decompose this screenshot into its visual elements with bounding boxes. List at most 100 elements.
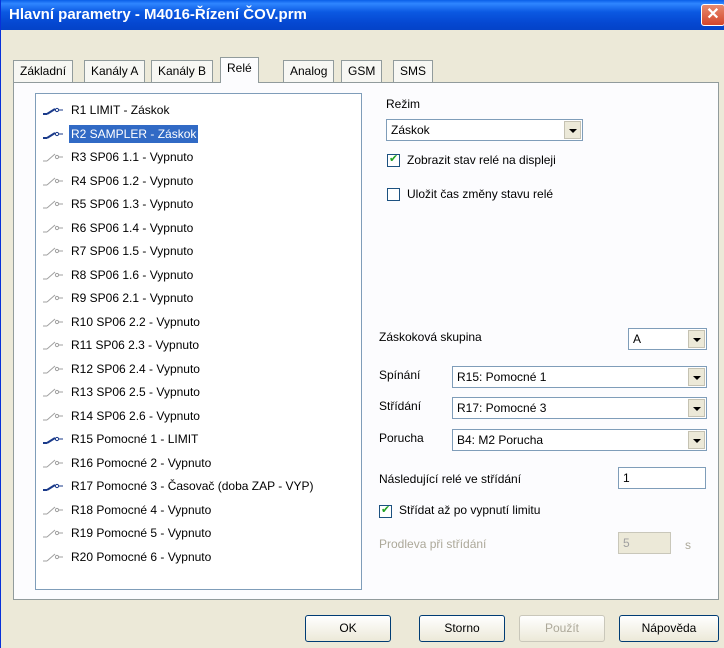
relay-list-item-label: R15 Pomocné 1 - LIMIT xyxy=(71,432,199,446)
close-button[interactable]: ✕ xyxy=(701,4,724,26)
fault-select[interactable]: B4: M2 Porucha xyxy=(452,429,707,451)
relay-list-item-label: R2 SAMPLER - Záskok xyxy=(69,124,199,143)
tab-sms[interactable]: SMS xyxy=(393,60,434,82)
tab-rele[interactable]: Relé xyxy=(220,57,259,83)
chevron-down-icon[interactable] xyxy=(688,368,705,386)
ok-button[interactable]: OK xyxy=(305,615,391,642)
relay-off-icon xyxy=(42,550,64,564)
relay-list-item[interactable]: R17 Pomocné 3 - Časovač (doba ZAP - VYP) xyxy=(36,477,356,495)
relay-list-item[interactable]: R5 SP06 1.3 - Vypnuto xyxy=(36,195,356,213)
relay-list-item-label: R8 SP06 1.6 - Vypnuto xyxy=(71,267,194,282)
tab-analog[interactable]: Analog xyxy=(283,60,335,82)
relay-list-item[interactable]: R4 SP06 1.2 - Vypnuto xyxy=(36,172,356,190)
relay-off-icon xyxy=(42,150,64,164)
relay-off-icon xyxy=(42,174,64,188)
relay-list-item[interactable]: R14 SP06 2.6 - Vypnuto xyxy=(36,407,356,425)
tab-kanaly-b[interactable]: Kanály B xyxy=(151,60,214,82)
chevron-down-icon[interactable] xyxy=(688,330,705,348)
relay-off-icon xyxy=(42,503,64,517)
help-button[interactable]: Nápověda xyxy=(619,615,719,642)
relay-list-item[interactable]: R2 SAMPLER - Záskok xyxy=(36,124,356,143)
relay-list-item[interactable]: R10 SP06 2.2 - Vypnuto xyxy=(36,313,356,331)
backup-group-label: Záskoková skupina xyxy=(379,330,482,344)
save-time-checkbox[interactable] xyxy=(387,188,400,201)
relay-list-item-label: R11 SP06 2.3 - Vypnuto xyxy=(71,338,200,352)
relay-list-item[interactable]: R1 LIMIT - Záskok xyxy=(36,101,356,119)
relay-list-item[interactable]: R20 Pomocné 6 - Vypnuto xyxy=(36,548,356,566)
apply-button[interactable]: Použít xyxy=(519,615,605,642)
tab-zakladni[interactable]: Základní xyxy=(13,60,74,82)
fault-label: Porucha xyxy=(379,431,424,445)
relay-off-icon xyxy=(42,385,64,399)
dialog-window: Hlavní parametry - M4016-Řízení ČOV.prm … xyxy=(0,0,724,648)
tab-kanaly-a[interactable]: Kanály A xyxy=(84,60,146,82)
chevron-down-icon[interactable] xyxy=(688,399,705,417)
relay-list-item-label: R6 SP06 1.4 - Vypnuto xyxy=(71,220,194,235)
close-icon: ✕ xyxy=(706,6,720,23)
relay-list-item-label: R12 SP06 2.4 - Vypnuto xyxy=(71,361,200,376)
relay-off-icon xyxy=(42,526,64,540)
relay-on-icon xyxy=(42,432,64,446)
show-on-display-checkbox[interactable] xyxy=(387,152,400,167)
relay-off-icon xyxy=(42,291,64,305)
relay-off-icon xyxy=(42,362,64,376)
relay-list-item[interactable]: R13 SP06 2.5 - Vypnuto xyxy=(36,383,356,401)
chevron-down-icon[interactable] xyxy=(564,121,581,139)
alternate-after-limit-label: Střídat až po vypnutí limitu xyxy=(399,503,541,517)
relay-list-item-label: R20 Pomocné 6 - Vypnuto xyxy=(71,549,212,564)
alternating-value: R17: Pomocné 3 xyxy=(457,401,547,415)
relay-list-item[interactable]: R8 SP06 1.6 - Vypnuto xyxy=(36,266,356,284)
relay-list-item[interactable]: R16 Pomocné 2 - Vypnuto xyxy=(36,454,356,472)
chevron-down-icon[interactable] xyxy=(688,431,705,449)
relay-list-item-label: R17 Pomocné 3 - Časovač (doba ZAP - VYP) xyxy=(71,479,314,493)
relay-off-icon xyxy=(42,456,64,470)
relay-off-icon xyxy=(42,268,64,282)
relay-list-item[interactable]: R9 SP06 2.1 - Vypnuto xyxy=(36,289,356,307)
relay-off-icon xyxy=(42,221,64,235)
relay-list-item-label: R1 LIMIT - Záskok xyxy=(71,103,170,117)
relay-list-item-label: R14 SP06 2.6 - Vypnuto xyxy=(71,408,200,423)
relay-off-icon xyxy=(42,409,64,423)
relay-list[interactable]: R1 LIMIT - Záskok R2 SAMPLER - Záskok R3 S… xyxy=(35,93,362,590)
alternating-label: Střídání xyxy=(379,399,422,413)
relay-off-icon xyxy=(42,338,64,352)
relay-list-item[interactable]: R15 Pomocné 1 - LIMIT xyxy=(36,430,356,448)
delay-unit: s xyxy=(685,538,691,552)
delay-label: Prodleva při střídání xyxy=(379,537,487,551)
relay-on-icon xyxy=(42,103,64,117)
relay-list-item-label: R4 SP06 1.2 - Vypnuto xyxy=(71,173,194,188)
relay-list-item-label: R19 Pomocné 5 - Vypnuto xyxy=(71,526,212,540)
relay-on-icon xyxy=(42,127,64,141)
tab-gsm[interactable]: GSM xyxy=(341,60,383,82)
relay-list-item[interactable]: R7 SP06 1.5 - Vypnuto xyxy=(36,242,356,260)
title-bar[interactable]: Hlavní parametry - M4016-Řízení ČOV.prm … xyxy=(1,0,724,30)
relay-list-item-label: R9 SP06 2.1 - Vypnuto xyxy=(71,291,194,305)
next-relay-input[interactable]: 1 xyxy=(618,467,706,489)
relay-list-item[interactable]: R19 Pomocné 5 - Vypnuto xyxy=(36,524,356,542)
mode-select[interactable]: Záskok xyxy=(386,119,583,141)
relay-list-item[interactable]: R11 SP06 2.3 - Vypnuto xyxy=(36,336,356,354)
switching-select[interactable]: R15: Pomocné 1 xyxy=(452,366,707,388)
relay-list-item[interactable]: R12 SP06 2.4 - Vypnuto xyxy=(36,360,356,378)
fault-value: B4: M2 Porucha xyxy=(457,433,544,447)
mode-select-value: Záskok xyxy=(391,123,430,137)
window-title: Hlavní parametry - M4016-Řízení ČOV.prm xyxy=(9,6,307,23)
alternating-select[interactable]: R17: Pomocné 3 xyxy=(452,397,707,419)
relay-list-item[interactable]: R3 SP06 1.1 - Vypnuto xyxy=(36,148,356,166)
cancel-button[interactable]: Storno xyxy=(419,615,505,642)
relay-list-item[interactable]: R18 Pomocné 4 - Vypnuto xyxy=(36,501,356,519)
save-time-label: Uložit čas změny stavu relé xyxy=(407,187,554,201)
alternate-after-limit-checkbox[interactable] xyxy=(379,503,392,518)
show-on-display-label: Zobrazit stav relé na displeji xyxy=(407,153,556,167)
backup-group-select[interactable]: A xyxy=(628,328,707,350)
relay-list-item[interactable]: R6 SP06 1.4 - Vypnuto xyxy=(36,219,356,237)
relay-list-item-label: R3 SP06 1.1 - Vypnuto xyxy=(71,150,194,164)
relay-on-icon xyxy=(42,479,64,493)
next-relay-label: Následující relé ve střídání xyxy=(379,472,522,486)
relay-off-icon xyxy=(42,244,64,258)
relay-off-icon xyxy=(42,315,64,329)
relay-list-item-label: R16 Pomocné 2 - Vypnuto xyxy=(71,455,212,470)
delay-input[interactable]: 5 xyxy=(618,532,671,554)
relay-off-icon xyxy=(42,197,64,211)
relay-list-item-label: R5 SP06 1.3 - Vypnuto xyxy=(71,197,194,211)
